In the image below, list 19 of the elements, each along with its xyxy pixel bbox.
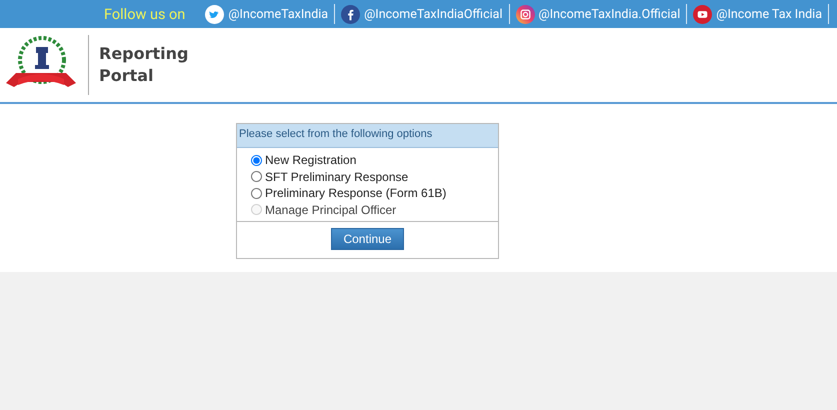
panel-heading: Please select from the following options [237, 124, 498, 148]
option-label: New Registration [265, 153, 356, 168]
option-label: Manage Principal Officer [265, 202, 396, 217]
option-label: Preliminary Response (Form 61B) [265, 186, 446, 200]
social-link[interactable]: @IncomeTaxIndia.Official [538, 6, 680, 22]
facebook-icon[interactable] [341, 4, 360, 24]
social-link[interactable]: @IncomeTaxIndiaOfficial [364, 6, 503, 22]
camera-icon[interactable] [516, 4, 535, 24]
bird-icon[interactable] [205, 4, 224, 24]
radio-button[interactable] [251, 171, 262, 182]
social-link[interactable]: @IncomeTaxIndia [228, 6, 328, 22]
option-label: SFT Preliminary Response [265, 170, 408, 184]
follow-label: Follow us on [104, 6, 186, 22]
portal-title: Reporting Portal [99, 43, 188, 87]
radio-button[interactable] [251, 188, 262, 199]
radio-button[interactable] [251, 154, 262, 166]
play-icon[interactable] [693, 4, 712, 24]
continue-button[interactable]: Continue [331, 228, 404, 250]
social-link[interactable]: @Income Tax India [716, 6, 822, 22]
